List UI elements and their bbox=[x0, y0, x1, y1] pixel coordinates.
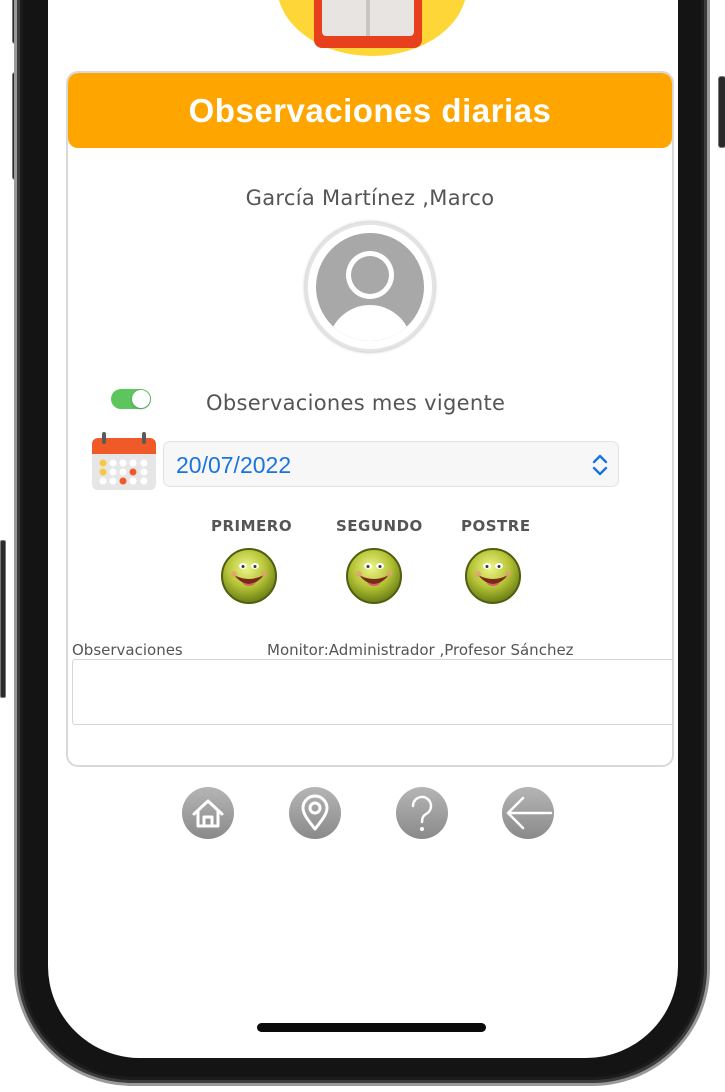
smiley-face-icon[interactable] bbox=[464, 547, 522, 605]
avatar[interactable] bbox=[305, 222, 435, 352]
up-down-chevron-icon bbox=[592, 454, 608, 476]
phone-power-button bbox=[718, 76, 725, 148]
home-indicator[interactable] bbox=[257, 1023, 486, 1032]
date-select[interactable]: 20/07/2022 bbox=[163, 441, 619, 487]
home-icon[interactable] bbox=[181, 786, 235, 840]
card-header: Observaciones diarias bbox=[68, 73, 672, 148]
calendar-icon[interactable] bbox=[91, 430, 157, 492]
back-arrow-icon[interactable] bbox=[501, 786, 555, 840]
observations-card: Observaciones diarias García Martínez ,M… bbox=[66, 71, 674, 767]
course-label-postre: POSTRE bbox=[461, 517, 531, 535]
smiley-face-icon[interactable] bbox=[345, 547, 403, 605]
page-title: Observaciones diarias bbox=[188, 91, 552, 129]
monitor-label: Monitor:Administrador ,Profesor Sánchez bbox=[267, 641, 574, 659]
location-pin-icon[interactable] bbox=[288, 786, 342, 840]
user-silhouette-icon bbox=[316, 233, 424, 341]
current-month-toggle[interactable] bbox=[111, 389, 151, 409]
observations-label: Observaciones bbox=[72, 641, 183, 659]
help-icon[interactable] bbox=[395, 786, 449, 840]
student-name: García Martínez ,Marco bbox=[245, 186, 495, 210]
course-label-primero: PRIMERO bbox=[211, 517, 293, 535]
course-label-segundo: SEGUNDO bbox=[336, 517, 423, 535]
smiley-face-icon[interactable] bbox=[220, 547, 278, 605]
observations-textarea[interactable] bbox=[72, 659, 672, 725]
date-value: 20/07/2022 bbox=[176, 452, 292, 478]
phone-side-button bbox=[0, 540, 6, 698]
toggle-label: Observaciones mes vigente bbox=[206, 391, 506, 415]
toggle-knob bbox=[132, 390, 150, 408]
